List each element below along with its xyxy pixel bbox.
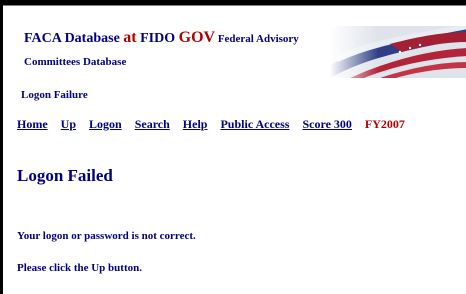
nav-link-up[interactable]: Up — [61, 117, 76, 131]
american-flag-image — [330, 26, 466, 78]
nav-link-score-300[interactable]: Score 300 — [302, 117, 351, 131]
nav-link-logon[interactable]: Logon — [89, 117, 122, 131]
title-text-federal-advisory: Federal Advisory — [215, 33, 299, 45]
title-text-gov: GOV — [178, 29, 216, 46]
fiscal-year-label: FY2007 — [364, 117, 405, 131]
title-text-fido: FIDO — [136, 31, 179, 46]
nav-link-search[interactable]: Search — [135, 117, 170, 131]
nav-link-home[interactable]: Home — [17, 117, 48, 131]
nav-link-help[interactable]: Help — [183, 117, 208, 131]
page-title: Logon Failed — [17, 166, 113, 185]
title-text-faca: FACA Database — [24, 31, 124, 46]
title-text-committees-database: Committees Database — [24, 56, 127, 68]
page-subtitle: Logon Failure — [21, 89, 88, 101]
error-message: Your logon or password is not correct. — [17, 230, 196, 242]
instruction-message: Please click the Up button. — [17, 262, 142, 274]
nav-link-public-access[interactable]: Public Access — [220, 117, 289, 131]
nav-bar: Home Up Logon Search Help Public Access Score … — [17, 117, 405, 132]
title-text-at: at — [123, 29, 137, 46]
site-banner: FACA Database at FIDO GOV Federal Adviso… — [3, 6, 466, 78]
site-title: FACA Database at FIDO GOV Federal Adviso… — [24, 27, 344, 73]
